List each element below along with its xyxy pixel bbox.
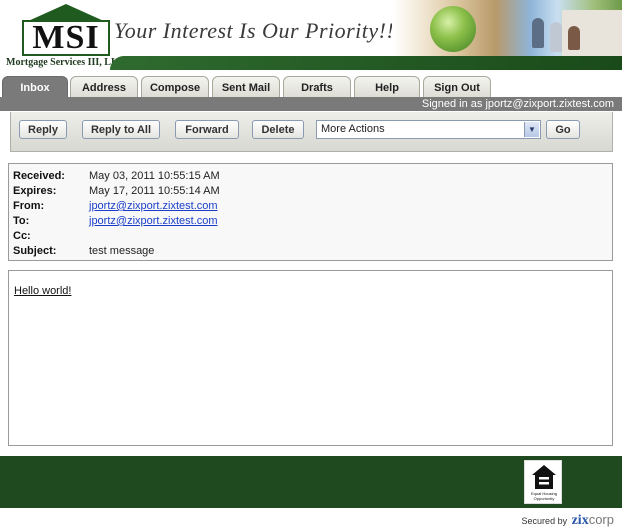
tab-inbox[interactable]: Inbox <box>2 76 68 98</box>
message-body-text: Hello world! <box>14 285 72 297</box>
cc-label: Cc: <box>13 230 31 242</box>
globe-icon <box>430 6 476 52</box>
equal-housing-logo: Equal Housing Opportunity <box>524 460 562 504</box>
footer-bar: Equal Housing Opportunity <box>0 456 622 508</box>
header-green-bar <box>110 56 622 70</box>
tab-drafts[interactable]: Drafts <box>283 76 351 98</box>
main-tabs: Inbox Address Compose Sent Mail Drafts H… <box>0 70 622 98</box>
expires-value: May 17, 2011 10:55:14 AM <box>89 185 220 197</box>
person-figure <box>568 26 580 50</box>
tab-address[interactable]: Address <box>70 76 138 98</box>
logo-text: MSI <box>32 19 100 56</box>
message-body-box[interactable]: Hello world! <box>8 270 613 446</box>
subject-value: test message <box>89 245 155 257</box>
page-header: MSI Mortgage Services III, LLC Your Inte… <box>0 0 622 70</box>
tab-sent-mail[interactable]: Sent Mail <box>212 76 280 98</box>
received-label: Received: <box>13 170 65 182</box>
company-name: Mortgage Services III, LLC <box>6 57 125 68</box>
message-header-box: Received: May 03, 2011 10:55:15 AM Expir… <box>8 163 613 261</box>
tab-sign-out[interactable]: Sign Out <box>423 76 491 98</box>
corp-logo-text: corp <box>588 512 614 527</box>
to-label: To: <box>13 215 30 227</box>
signed-in-bar: Signed in as jportz@zixport.zixtest.com <box>0 97 622 111</box>
go-button[interactable]: Go <box>546 120 580 139</box>
more-actions-select[interactable]: More Actions ▼ <box>316 120 541 139</box>
received-value: May 03, 2011 10:55:15 AM <box>89 170 220 182</box>
expires-label: Expires: <box>13 185 57 197</box>
chevron-down-icon[interactable]: ▼ <box>524 122 539 137</box>
tagline: Your Interest Is Our Priority!! <box>114 18 395 43</box>
from-link[interactable]: jportz@zixport.zixtest.com <box>89 199 218 214</box>
msi-logo: MSI <box>8 4 110 56</box>
reply-button[interactable]: Reply <box>19 120 67 139</box>
person-figure <box>550 22 562 52</box>
logo-box: MSI <box>22 20 110 56</box>
equal-housing-icon <box>532 465 556 489</box>
secured-by-badge: Secured by zixcorp <box>522 512 614 529</box>
signed-in-text: Signed in as jportz@zixport.zixtest.com <box>421 98 614 110</box>
tab-help[interactable]: Help <box>354 76 420 98</box>
tab-compose[interactable]: Compose <box>141 76 209 98</box>
message-toolbar: Reply Reply to All Forward Delete More A… <box>10 112 613 152</box>
forward-button[interactable]: Forward <box>175 120 239 139</box>
person-figure <box>532 18 544 48</box>
delete-button[interactable]: Delete <box>252 120 304 139</box>
zix-logo-text: zix <box>571 513 589 528</box>
equal-housing-text: Equal Housing Opportunity <box>530 491 558 501</box>
from-label: From: <box>13 200 45 212</box>
header-photo <box>392 0 622 56</box>
more-actions-value: More Actions <box>321 123 385 135</box>
to-link[interactable]: jportz@zixport.zixtest.com <box>89 214 218 229</box>
reply-all-button[interactable]: Reply to All <box>82 120 160 139</box>
secured-by-text: Secured by <box>521 516 568 526</box>
subject-label: Subject: <box>13 245 57 257</box>
